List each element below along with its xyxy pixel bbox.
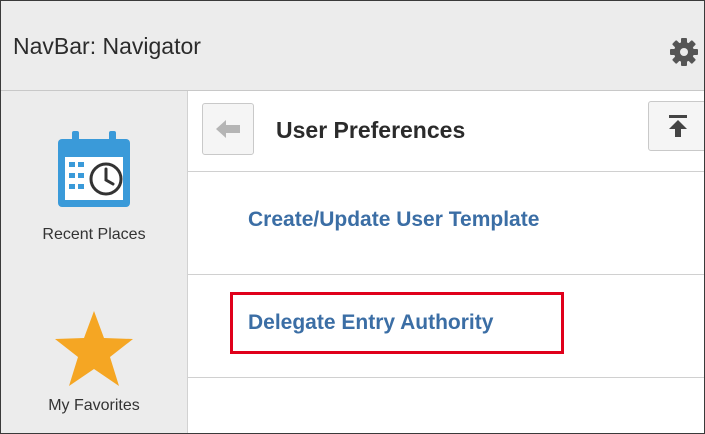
navbar-sidebar: Recent Places My Favorites <box>1 91 188 433</box>
calendar-clock-icon <box>58 131 130 207</box>
page-title: User Preferences <box>276 117 466 143</box>
navbar-title: NavBar: Navigator <box>13 33 201 59</box>
my-favorites-tile[interactable]: My Favorites <box>1 309 187 433</box>
back-button[interactable] <box>202 103 254 155</box>
gear-icon[interactable] <box>669 37 699 67</box>
list-item[interactable]: Delegate Entry Authority <box>188 275 704 378</box>
panel-header: User Preferences <box>188 91 704 172</box>
my-favorites-label: My Favorites <box>48 397 140 414</box>
list-item[interactable]: Create/Update User Template <box>188 172 704 275</box>
create-update-user-template-link[interactable]: Create/Update User Template <box>248 208 539 232</box>
scroll-to-top-icon <box>669 115 687 137</box>
navigator-window: NavBar: Navigator Recent Places My Favor… <box>0 0 705 434</box>
recent-places-label: Recent Places <box>42 226 146 243</box>
back-arrow-icon <box>216 120 240 138</box>
star-icon <box>55 311 133 386</box>
scroll-to-top-button[interactable] <box>648 101 704 151</box>
navbar-header: NavBar: Navigator <box>1 1 704 91</box>
navigator-panel: User Preferences Create/Update User Temp… <box>188 91 704 433</box>
recent-places-tile[interactable]: Recent Places <box>1 129 187 249</box>
delegate-entry-authority-link[interactable]: Delegate Entry Authority <box>248 311 493 335</box>
